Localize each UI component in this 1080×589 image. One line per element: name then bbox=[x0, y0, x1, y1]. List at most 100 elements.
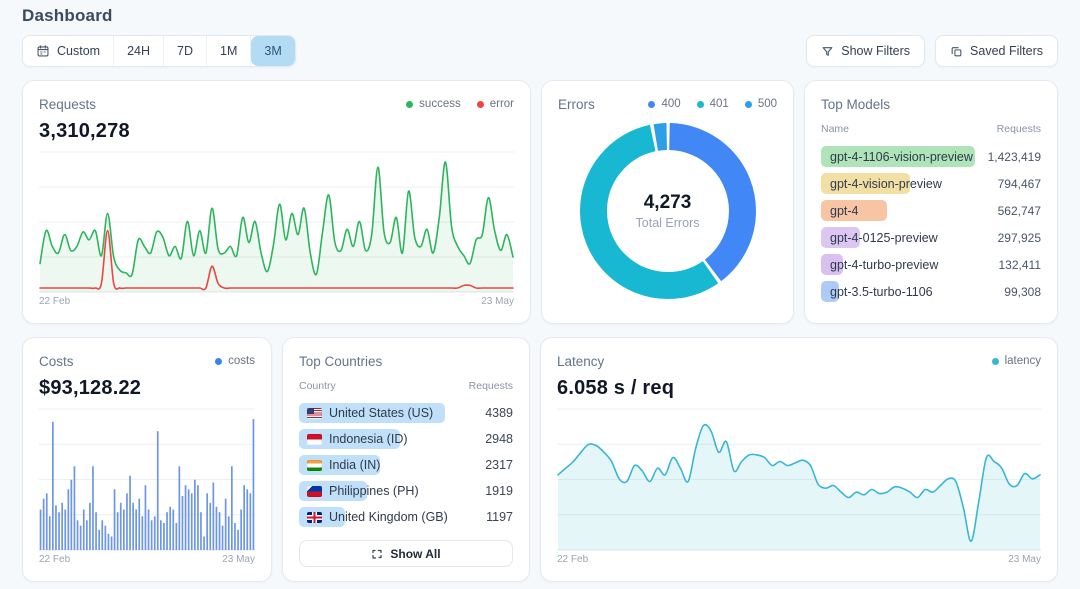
legend-dot bbox=[406, 101, 413, 108]
legend-label: error bbox=[490, 98, 514, 110]
latency-svg bbox=[557, 408, 1041, 551]
time-range-7d[interactable]: 7D bbox=[164, 36, 207, 66]
costs-total-value: $93,128.22 bbox=[39, 377, 255, 400]
model-name: gpt-4 bbox=[821, 204, 859, 218]
model-requests: 794,467 bbox=[998, 177, 1041, 191]
requests-total-value: 3,310,278 bbox=[39, 120, 514, 143]
top-countries-card-title: Top Countries bbox=[299, 354, 382, 369]
legend-label: 500 bbox=[758, 98, 777, 110]
x-axis-end-label: 23 May bbox=[1008, 554, 1041, 567]
show-filters-button[interactable]: Show Filters bbox=[806, 35, 925, 67]
latency-card: Latency latency 6.058 s / req 22 Feb 23 … bbox=[540, 337, 1058, 582]
requests-svg bbox=[39, 151, 514, 293]
time-range-control: Custom 24H 7D 1M 3M bbox=[22, 35, 296, 67]
us-flag-icon bbox=[307, 408, 322, 419]
model-name: gpt-4-1106-vision-preview bbox=[821, 150, 973, 164]
legend-dot bbox=[745, 101, 752, 108]
costs-svg bbox=[39, 408, 255, 551]
saved-filters-label: Saved Filters bbox=[970, 44, 1043, 58]
requests-line-chart[interactable] bbox=[39, 151, 514, 293]
legend-label: costs bbox=[228, 355, 255, 367]
legend-item-error: error bbox=[477, 98, 514, 110]
donut-center: 4,273 Total Errors bbox=[558, 192, 777, 230]
top-models-card-title: Top Models bbox=[821, 97, 890, 112]
legend-label: 401 bbox=[710, 98, 729, 110]
toolbar: Custom 24H 7D 1M 3M Show Filters Saved Filte… bbox=[22, 35, 1058, 67]
ph-flag-icon bbox=[307, 486, 322, 497]
legend-dot bbox=[648, 101, 655, 108]
copy-icon bbox=[950, 45, 963, 58]
top-models-card: Top Models Name Requests gpt-4-1106-visi… bbox=[804, 80, 1058, 324]
time-range-label: 1M bbox=[220, 44, 237, 58]
saved-filters-button[interactable]: Saved Filters bbox=[935, 35, 1058, 67]
model-requests: 99,308 bbox=[1004, 285, 1041, 299]
column-requests: Requests bbox=[469, 380, 513, 392]
requests-card-title: Requests bbox=[39, 97, 96, 112]
country-requests: 2317 bbox=[485, 458, 513, 472]
legend-item-400: 400 bbox=[648, 98, 680, 110]
top-countries-card: Top Countries Country Requests United St… bbox=[282, 337, 530, 582]
time-range-24h[interactable]: 24H bbox=[114, 36, 164, 66]
toolbar-right: Show Filters Saved Filters bbox=[806, 35, 1058, 67]
errors-card: Errors 400 401 500 4,273 Total Errors bbox=[541, 80, 794, 324]
page-title: Dashboard bbox=[22, 6, 1058, 26]
legend-item-401: 401 bbox=[697, 98, 729, 110]
latency-legend: latency bbox=[992, 355, 1041, 367]
legend-item-success: success bbox=[406, 98, 461, 110]
latency-x-axis: 22 Feb 23 May bbox=[557, 554, 1041, 567]
top-countries-list: United States (US) 4389 Indonesia (ID)2948… bbox=[299, 400, 513, 530]
country-name: India (IN) bbox=[299, 458, 380, 472]
requests-x-axis: 22 Feb 23 May bbox=[39, 296, 514, 309]
country-name: Philippines (PH) bbox=[299, 484, 419, 498]
country-requests: 1919 bbox=[485, 484, 513, 498]
country-row: India (IN) 2317 bbox=[299, 452, 513, 478]
column-requests: Requests bbox=[997, 123, 1041, 135]
in-flag-icon bbox=[307, 460, 322, 471]
requests-legend: success error bbox=[406, 98, 514, 110]
show-all-label: Show All bbox=[390, 547, 440, 561]
column-country: Country bbox=[299, 380, 336, 392]
model-name: gpt-4-vision-preview bbox=[821, 177, 942, 191]
country-name: United Kingdom (GB) bbox=[299, 510, 448, 524]
latency-line-chart[interactable] bbox=[557, 408, 1041, 551]
time-range-label: 24H bbox=[127, 44, 150, 58]
country-row: United Kingdom (GB)1197 bbox=[299, 504, 513, 530]
x-axis-end-label: 23 May bbox=[222, 554, 255, 567]
total-errors-value: 4,273 bbox=[558, 192, 777, 214]
time-range-1m[interactable]: 1M bbox=[207, 36, 251, 66]
costs-bar-chart[interactable] bbox=[39, 408, 255, 551]
costs-x-axis: 22 Feb 23 May bbox=[39, 554, 255, 567]
country-label: United States (US) bbox=[329, 406, 433, 420]
show-filters-label: Show Filters bbox=[841, 44, 910, 58]
legend-dot bbox=[992, 358, 999, 365]
show-all-button[interactable]: Show All bbox=[299, 540, 513, 567]
model-name: gpt-3.5-turbo-1106 bbox=[821, 285, 933, 299]
country-label: India (IN) bbox=[329, 458, 380, 472]
legend-item-500: 500 bbox=[745, 98, 777, 110]
model-requests: 132,411 bbox=[999, 258, 1042, 272]
time-range-custom[interactable]: Custom bbox=[23, 36, 114, 66]
time-range-label: Custom bbox=[57, 44, 100, 58]
legend-label: 400 bbox=[661, 98, 680, 110]
x-axis-start-label: 22 Feb bbox=[39, 296, 70, 309]
column-name: Name bbox=[821, 123, 849, 135]
country-requests: 4389 bbox=[485, 406, 513, 420]
country-label: United Kingdom (GB) bbox=[329, 510, 448, 524]
model-row: gpt-4-vision-preview 794,467 bbox=[821, 170, 1041, 197]
id-flag-icon bbox=[307, 434, 322, 445]
x-axis-start-label: 22 Feb bbox=[557, 554, 588, 567]
country-row: Indonesia (ID)2948 bbox=[299, 426, 513, 452]
errors-card-title: Errors bbox=[558, 97, 595, 112]
model-row: gpt-4-turbo-preview132,411 bbox=[821, 251, 1041, 278]
country-row: Philippines (PH) 1919 bbox=[299, 478, 513, 504]
model-row: gpt-4562,747 bbox=[821, 197, 1041, 224]
model-requests: 1,423,419 bbox=[988, 150, 1041, 164]
time-range-3m[interactable]: 3M bbox=[251, 36, 294, 66]
total-errors-label: Total Errors bbox=[558, 216, 777, 230]
latency-card-title: Latency bbox=[557, 354, 604, 369]
country-name: United States (US) bbox=[299, 406, 433, 420]
errors-donut-chart[interactable]: 4,273 Total Errors bbox=[558, 113, 777, 309]
model-row: gpt-4-1106-vision-preview 1,423,419 bbox=[821, 143, 1041, 170]
legend-dot bbox=[697, 101, 704, 108]
legend-label: latency bbox=[1005, 355, 1041, 367]
